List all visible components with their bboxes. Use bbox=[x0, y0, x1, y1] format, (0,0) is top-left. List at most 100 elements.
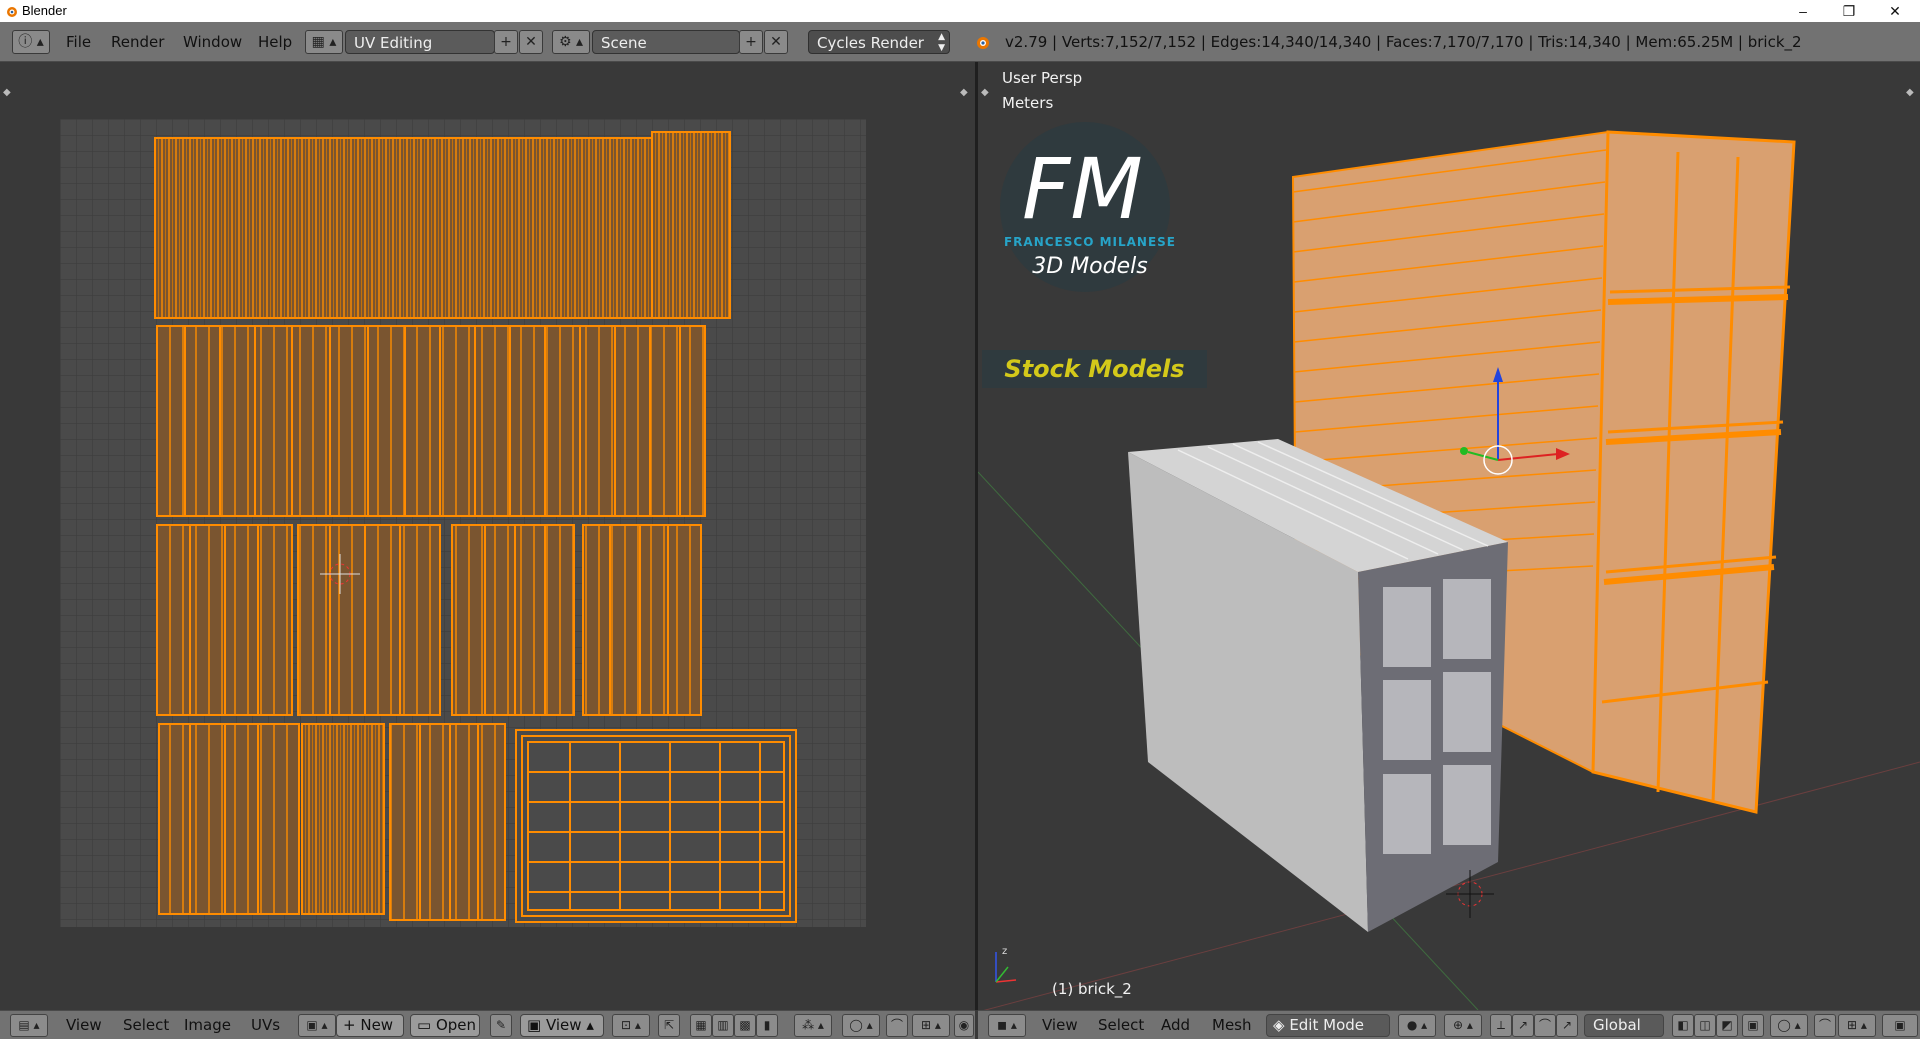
uv-more-button[interactable]: ◉ bbox=[954, 1014, 974, 1037]
uv-canvas[interactable] bbox=[0, 62, 975, 1010]
proportional-edit-dropdown[interactable]: ◯ ▴ bbox=[1770, 1014, 1808, 1037]
proportional-edit-dropdown[interactable]: ◯ ▴ bbox=[842, 1014, 880, 1037]
active-object-label: (1) brick_2 bbox=[1052, 980, 1132, 998]
face-select-mode[interactable]: ◩ bbox=[1716, 1014, 1738, 1037]
view3d-menu-add[interactable]: Add bbox=[1161, 1011, 1190, 1039]
occlude-icon: ▣ bbox=[1747, 1018, 1759, 1032]
add-scene-button[interactable]: + bbox=[739, 30, 763, 54]
pivot-point-dropdown[interactable]: ⊕ ▴ bbox=[1444, 1014, 1482, 1037]
snap-element-dropdown[interactable]: ⊞ ▴ bbox=[1838, 1014, 1876, 1037]
pivot-icon: ⊕ ▴ bbox=[1453, 1018, 1473, 1032]
manipulator-toggle[interactable]: ⟂ bbox=[1490, 1014, 1512, 1037]
pivot-dropdown[interactable]: ⊡ ▴ bbox=[612, 1014, 650, 1037]
vertex-icon: ▦ bbox=[695, 1018, 707, 1032]
screen-layout-name: UV Editing bbox=[354, 34, 433, 52]
uv-island-row-4 bbox=[158, 723, 797, 923]
magnet-icon: ⌒ bbox=[1818, 1018, 1831, 1032]
scene-field[interactable]: Scene bbox=[592, 30, 740, 54]
new-image-label: New bbox=[360, 1016, 394, 1034]
sticky-icon: ⁂ ▴ bbox=[802, 1018, 824, 1032]
close-window-button[interactable]: ✕ bbox=[1872, 0, 1918, 22]
svg-text:z: z bbox=[1002, 946, 1007, 957]
transform-orientation-label: Global bbox=[1593, 1016, 1641, 1034]
rotate-icon: ⌒ bbox=[1538, 1018, 1551, 1032]
interaction-mode-label: Edit Mode bbox=[1289, 1016, 1364, 1034]
vertex-select-mode[interactable]: ◧ bbox=[1672, 1014, 1694, 1037]
view-mode-dropdown[interactable]: ▣ View ▴ bbox=[520, 1014, 604, 1037]
new-image-button[interactable]: + New bbox=[336, 1014, 404, 1037]
cursor-sync-icon: ⇱ bbox=[663, 1018, 675, 1032]
editor-type-info-button[interactable]: ⓘ ▴ bbox=[12, 30, 50, 54]
sticky-mode-dropdown[interactable]: ⁂ ▴ bbox=[794, 1014, 832, 1037]
delete-scene-button[interactable]: ✕ bbox=[764, 30, 788, 54]
3d-view-header: ◼ ▴ View Select Add Mesh ◈ Edit Mode ● ▴… bbox=[978, 1010, 1920, 1039]
x-icon: ✕ bbox=[525, 34, 537, 50]
manipulator-icon: ⟂ bbox=[1496, 1018, 1505, 1032]
scale-manipulator[interactable]: ↗ bbox=[1556, 1014, 1578, 1037]
pin-button[interactable]: ✎ bbox=[490, 1014, 512, 1037]
uv-menu-uvs[interactable]: UVs bbox=[251, 1011, 280, 1039]
face-select-button[interactable]: ▩ bbox=[734, 1014, 756, 1037]
menu-file[interactable]: File bbox=[66, 22, 91, 62]
area-split-icon[interactable]: ◆ bbox=[3, 87, 11, 98]
edge-select-mode[interactable]: ◫ bbox=[1694, 1014, 1716, 1037]
uv-menu-image[interactable]: Image bbox=[184, 1011, 231, 1039]
updown-arrows-icon: ▲ ▼ bbox=[938, 32, 945, 53]
uv-menu-view[interactable]: View bbox=[66, 1011, 102, 1039]
view3d-menu-mesh[interactable]: Mesh bbox=[1212, 1011, 1252, 1039]
scene-icon: ⚙ ▴ bbox=[558, 34, 584, 50]
delete-screen-button[interactable]: ✕ bbox=[519, 30, 543, 54]
browse-image-button[interactable]: ▣ ▴ bbox=[298, 1014, 336, 1037]
interaction-mode-dropdown[interactable]: ◈ Edit Mode bbox=[1266, 1014, 1390, 1037]
more-icon: ◉ bbox=[958, 1018, 970, 1032]
editor-type-button[interactable]: ◼ ▴ bbox=[988, 1014, 1026, 1037]
face-icon: ▩ bbox=[739, 1018, 751, 1032]
uv-editor-header: ▤ ▴ View Select Image UVs ▣ ▴ + New ▭ Op… bbox=[0, 1010, 975, 1039]
blender-logo-icon bbox=[7, 7, 17, 17]
uv-image-editor[interactable]: ◆ ◆ bbox=[0, 62, 975, 1010]
pin-icon: ✎ bbox=[495, 1018, 507, 1032]
image-editor-icon: ▤ ▴ bbox=[18, 1018, 40, 1032]
3d-viewport[interactable]: ◆ ◆ User Persp Meters z FM FRANCESCO MIL… bbox=[978, 62, 1920, 1010]
island-icon: ▮ bbox=[763, 1018, 771, 1032]
snap-target-dropdown[interactable]: ⊞ ▴ bbox=[912, 1014, 950, 1037]
area-split-icon[interactable]: ◆ bbox=[960, 87, 968, 98]
snap-toggle[interactable]: ⌒ bbox=[1814, 1014, 1836, 1037]
open-image-button[interactable]: ▭ Open bbox=[410, 1014, 480, 1037]
editor-type-button[interactable]: ▤ ▴ bbox=[10, 1014, 48, 1037]
view3d-menu-view[interactable]: View bbox=[1042, 1011, 1078, 1039]
screen-layout-selector[interactable]: ▦ ▴ bbox=[305, 30, 343, 54]
menu-render[interactable]: Render bbox=[111, 22, 164, 62]
sync-select-button[interactable]: ⇱ bbox=[658, 1014, 680, 1037]
vertex-select-button[interactable]: ▦ bbox=[690, 1014, 712, 1037]
menu-window[interactable]: Window bbox=[183, 22, 242, 62]
shading-dropdown[interactable]: ● ▴ bbox=[1398, 1014, 1436, 1037]
fm-logo-tagline: 3D Models bbox=[1032, 254, 1148, 279]
arrow-icon: ↗ bbox=[1517, 1018, 1529, 1032]
occlude-geometry-toggle[interactable]: ▣ bbox=[1742, 1014, 1764, 1037]
edge-icon: ▥ bbox=[717, 1018, 729, 1032]
menu-help[interactable]: Help bbox=[258, 22, 292, 62]
snap-toggle[interactable]: ⌒ bbox=[886, 1014, 908, 1037]
edit-mode-icon: ◈ bbox=[1273, 1016, 1290, 1034]
transform-orientation-dropdown[interactable]: Global bbox=[1584, 1014, 1664, 1037]
snap-target-icon: ⊞ ▴ bbox=[921, 1018, 941, 1032]
uv-island-row-1 bbox=[154, 131, 731, 319]
view3d-menu-select[interactable]: Select bbox=[1098, 1011, 1144, 1039]
fm-logo-letters: FM bbox=[1022, 140, 1143, 238]
island-select-button[interactable]: ▮ bbox=[756, 1014, 778, 1037]
camera-icon: ▣ bbox=[1894, 1018, 1906, 1032]
render-preview-button[interactable]: ▣ bbox=[1882, 1014, 1918, 1037]
uv-island-row-3 bbox=[156, 524, 702, 716]
edge-select-button[interactable]: ▥ bbox=[712, 1014, 734, 1037]
uv-menu-select[interactable]: Select bbox=[123, 1011, 169, 1039]
rotate-manipulator[interactable]: ⌒ bbox=[1534, 1014, 1556, 1037]
maximize-button[interactable]: ❐ bbox=[1826, 0, 1872, 22]
scene-selector[interactable]: ⚙ ▴ bbox=[552, 30, 590, 54]
translate-manipulator[interactable]: ↗ bbox=[1512, 1014, 1534, 1037]
render-engine-dropdown[interactable]: Cycles Render ▲ ▼ bbox=[808, 30, 950, 54]
screen-layout-field[interactable]: UV Editing bbox=[345, 30, 495, 54]
minimize-button[interactable]: – bbox=[1780, 0, 1826, 22]
image-browse-icon: ▣ ▴ bbox=[306, 1018, 328, 1032]
add-screen-button[interactable]: + bbox=[494, 30, 518, 54]
